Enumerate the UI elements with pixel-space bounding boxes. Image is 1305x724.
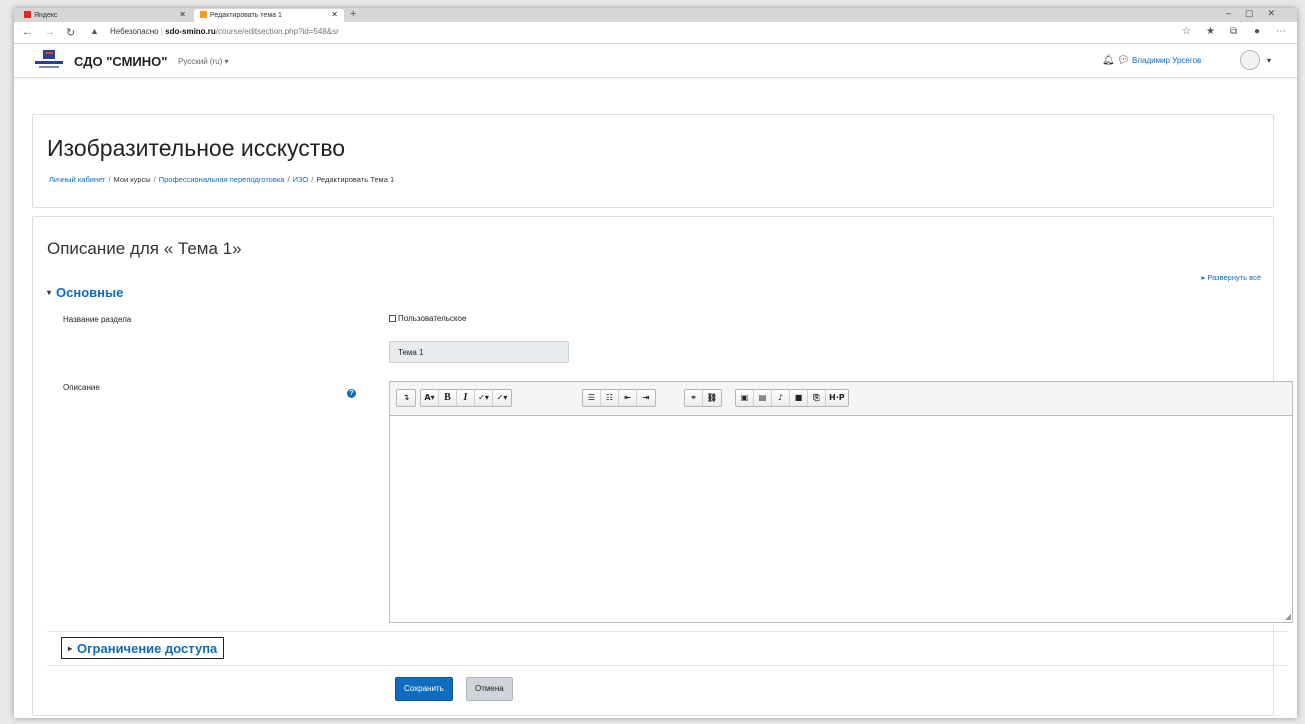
save-button[interactable]: Сохранить	[395, 677, 453, 701]
tab-label: Яндекс	[34, 12, 58, 19]
breadcrumb-my-courses[interactable]: Мои курсы	[114, 175, 151, 184]
browser-window: Яндекс ✕ Редактировать тема 1 ✕ + –▢✕ ← …	[14, 8, 1297, 718]
manage-files-icon[interactable]: ⎘	[808, 390, 826, 406]
video-camera-icon[interactable]: ■	[790, 390, 808, 406]
star-icon[interactable]: ☆	[1182, 26, 1191, 37]
triangle-right-icon: ▸	[1201, 273, 1206, 282]
favorites-icon[interactable]: ★	[1206, 26, 1215, 37]
paragraph-style-icon[interactable]: A▾	[421, 390, 439, 406]
warning-icon: ▲	[90, 26, 99, 36]
reload-icon[interactable]: ↻	[66, 26, 75, 39]
chevron-down-icon: ▾	[224, 57, 229, 66]
description-editor: ↴ A▾ B I ✓▾ ✓▾ ☰ ☷ ⇤ ⇥ ⚭ ⛓ ▣ ▤ ♪ ■ ⎘ H·P…	[389, 381, 1293, 623]
expand-all-link[interactable]: ▸ Развернуть всё	[1201, 273, 1261, 282]
tab-yandex[interactable]: Яндекс ✕	[18, 9, 192, 22]
bold-icon[interactable]: B	[439, 390, 457, 406]
toolbar-group-links: ⚭ ⛓	[684, 389, 722, 407]
section-general-toggle[interactable]: ▾ Основные	[47, 285, 123, 300]
chat-icon[interactable]: 💬︎	[1117, 55, 1130, 66]
toolbar-group-style: A▾ B I ✓▾ ✓▾	[420, 389, 512, 407]
bell-icon[interactable]: 🔔︎	[1102, 55, 1115, 66]
section-name-input[interactable]	[389, 341, 569, 363]
indent-icon[interactable]: ⇥	[637, 390, 655, 406]
site-logo[interactable]	[32, 49, 66, 71]
tab-label: Редактировать тема 1	[210, 12, 282, 19]
resize-handle-icon[interactable]: ◢	[1285, 612, 1291, 621]
window-controls[interactable]: –▢✕	[1226, 8, 1289, 19]
collections-icon[interactable]: ⧉	[1230, 26, 1237, 37]
url-domain: sdo-smino.ru	[165, 27, 216, 36]
breadcrumb-dashboard[interactable]: Личный кабинет	[49, 175, 105, 184]
italic-icon[interactable]: I	[457, 390, 475, 406]
help-icon[interactable]: ?	[347, 389, 356, 398]
tab-strip: Яндекс ✕ Редактировать тема 1 ✕ + –▢✕	[14, 8, 1297, 22]
profile-icon[interactable]: ●	[1254, 26, 1260, 37]
background-color-icon[interactable]: ✓▾	[493, 390, 511, 406]
tab-edit-section[interactable]: Редактировать тема 1 ✕	[194, 9, 344, 22]
page-title: Изобразительное исскуство	[47, 135, 346, 161]
site-brand[interactable]: СДО "СМИНО"	[74, 54, 167, 69]
microphone-icon[interactable]: ♪	[772, 390, 790, 406]
cancel-button[interactable]: Отмена	[466, 677, 513, 701]
back-icon[interactable]: ←	[22, 26, 33, 38]
url-path: /course/editsection.php?id=548&sr	[215, 27, 339, 36]
media-icon[interactable]: ▤	[754, 390, 772, 406]
yandex-icon	[24, 11, 31, 18]
close-tab-icon[interactable]: ✕	[331, 10, 338, 19]
breadcrumb-separator: /	[311, 175, 314, 184]
section-name-label: Название раздела	[63, 315, 132, 324]
form-title: Описание для « Тема 1»	[47, 239, 242, 258]
divider	[47, 665, 1287, 666]
custom-checkbox-label: Пользовательское	[398, 314, 467, 323]
breadcrumb-separator: /	[287, 175, 290, 184]
section-general-label: Основные	[56, 285, 124, 300]
triangle-right-icon: ▸	[68, 644, 73, 653]
breadcrumb-separator: /	[108, 175, 111, 184]
user-name[interactable]: Владимир Урсегов	[1132, 56, 1201, 65]
custom-name-checkbox[interactable]: Пользовательское	[389, 314, 466, 323]
breadcrumb-current: Редактировать Тема 1	[316, 175, 395, 184]
h5p-icon[interactable]: H·P	[826, 390, 848, 406]
security-label: Небезопасно	[110, 27, 159, 36]
expand-all-label: Развернуть всё	[1207, 273, 1261, 282]
close-tab-icon[interactable]: ✕	[179, 10, 186, 19]
image-icon[interactable]: ▣	[736, 390, 754, 406]
show-more-icon[interactable]: ↴	[397, 390, 415, 406]
edit-section-form: Описание для « Тема 1» ▸ Развернуть всё …	[32, 216, 1293, 716]
triangle-down-icon: ▾	[47, 288, 52, 297]
breadcrumb-category[interactable]: Профессиональная переподготовка	[159, 175, 285, 184]
divider	[47, 631, 1287, 632]
toolbar-group-collapse: ↴	[396, 389, 416, 407]
chevron-down-icon[interactable]: ▾	[1267, 56, 1271, 65]
section-restrict-label: Ограничение доступа	[77, 641, 218, 656]
breadcrumb: Личный кабинет / Мои курсы / Профессиональна…	[49, 175, 394, 184]
ordered-list-icon[interactable]: ☷	[601, 390, 619, 406]
breadcrumb-course[interactable]: ИЗО	[293, 175, 309, 184]
moodle-icon	[200, 11, 207, 18]
checkbox-icon[interactable]	[389, 315, 396, 322]
language-label: Русский (ru)	[178, 57, 223, 66]
text-color-icon[interactable]: ✓▾	[475, 390, 493, 406]
site-navbar: СДО "СМИНО" Русский (ru) ▾ 🔔︎ 💬︎ Владими…	[14, 44, 1297, 78]
unordered-list-icon[interactable]: ☰	[583, 390, 601, 406]
unlink-icon[interactable]: ⛓	[703, 390, 721, 406]
toolbar-group-media: ▣ ▤ ♪ ■ ⎘ H·P	[735, 389, 849, 407]
outdent-icon[interactable]: ⇤	[619, 390, 637, 406]
forward-icon[interactable]: →	[44, 26, 55, 38]
description-label: Описание	[63, 383, 100, 392]
section-restrict-toggle[interactable]: ▸ Ограничение доступа	[61, 637, 225, 659]
breadcrumb-separator: /	[153, 175, 156, 184]
page-header: Изобразительное исскуство Личный кабинет…	[32, 114, 1274, 208]
link-icon[interactable]: ⚭	[685, 390, 703, 406]
new-tab-icon[interactable]: +	[350, 8, 356, 20]
more-icon[interactable]: ⋯	[1276, 26, 1286, 37]
editor-toolbar: ↴ A▾ B I ✓▾ ✓▾ ☰ ☷ ⇤ ⇥ ⚭ ⛓ ▣ ▤ ♪ ■ ⎘ H·P	[390, 382, 1292, 416]
avatar[interactable]	[1240, 50, 1260, 70]
url-field[interactable]: Небезопасно | sdo-smino.ru/course/editse…	[110, 27, 339, 36]
toolbar-group-lists: ☰ ☷ ⇤ ⇥	[582, 389, 656, 407]
address-bar: ← → ↻ ▲ Небезопасно | sdo-smino.ru/cours…	[14, 22, 1297, 44]
language-menu[interactable]: Русский (ru) ▾	[178, 57, 229, 66]
editor-content-area[interactable]	[390, 416, 1292, 622]
